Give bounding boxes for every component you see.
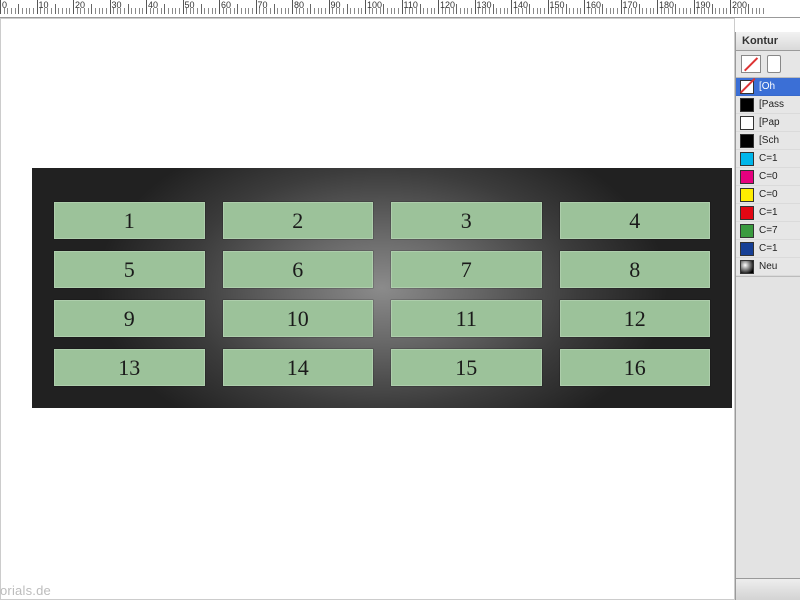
grid-cell[interactable]: 10 <box>223 300 374 337</box>
swatch-row[interactable]: [Pass <box>736 96 800 114</box>
swatch-label: Neu <box>759 261 777 272</box>
swatches-panel[interactable]: Kontur [Oh [Pass [Pap [Sch C=1 C=0 C=0 C=1 C=7 C=… <box>735 32 800 600</box>
swatch-color-icon <box>740 98 754 112</box>
panel-footer <box>736 578 800 600</box>
swatch-row[interactable]: Neu <box>736 258 800 276</box>
swatch-label: C=7 <box>759 225 778 236</box>
watermark-text: orials.de <box>0 583 51 598</box>
grid-cell[interactable]: 9 <box>54 300 205 337</box>
panel-tab-kontur[interactable]: Kontur <box>736 32 800 51</box>
grid-cell[interactable]: 3 <box>391 202 542 239</box>
grid-cell[interactable]: 12 <box>560 300 711 337</box>
swatch-label: [Pap <box>759 117 780 128</box>
grid-cell[interactable]: 13 <box>54 349 205 386</box>
swatch-label: [Sch <box>759 135 779 146</box>
swatch-color-icon <box>740 116 754 130</box>
swatch-color-icon <box>740 224 754 238</box>
panel-options-icon[interactable] <box>767 55 781 73</box>
swatch-label: C=0 <box>759 189 778 200</box>
grid-cell[interactable]: 4 <box>560 202 711 239</box>
swatch-color-icon <box>740 170 754 184</box>
grid-cell[interactable]: 1 <box>54 202 205 239</box>
grid-cell[interactable]: 8 <box>560 251 711 288</box>
swatch-row[interactable]: [Pap <box>736 114 800 132</box>
swatch-color-icon <box>740 260 754 274</box>
panel-empty-area <box>736 276 800 578</box>
swatch-label: C=1 <box>759 153 778 164</box>
swatch-label: [Pass <box>759 99 784 110</box>
stroke-fill-icon[interactable] <box>741 55 761 73</box>
grid-cell[interactable]: 2 <box>223 202 374 239</box>
swatch-row[interactable]: C=1 <box>736 240 800 258</box>
swatch-label: [Oh <box>759 81 775 92</box>
swatch-row[interactable]: C=7 <box>736 222 800 240</box>
grid-cell[interactable]: 5 <box>54 251 205 288</box>
grid-cell[interactable]: 14 <box>223 349 374 386</box>
swatch-row[interactable]: C=1 <box>736 204 800 222</box>
swatch-row[interactable]: C=0 <box>736 168 800 186</box>
grid-cell[interactable]: 6 <box>223 251 374 288</box>
swatch-row[interactable]: C=0 <box>736 186 800 204</box>
document-canvas[interactable]: 12345678910111213141516 <box>0 18 735 600</box>
grid-cell[interactable]: 16 <box>560 349 711 386</box>
swatch-row[interactable]: [Oh <box>736 78 800 96</box>
swatch-label: C=0 <box>759 171 778 182</box>
swatch-color-icon <box>740 80 754 94</box>
grid-cell[interactable]: 7 <box>391 251 542 288</box>
swatch-label: C=1 <box>759 207 778 218</box>
gradient-background-frame[interactable]: 12345678910111213141516 <box>32 168 732 408</box>
grid-cell[interactable]: 11 <box>391 300 542 337</box>
swatch-color-icon <box>740 152 754 166</box>
panel-toolbar <box>736 51 800 78</box>
grid-cell[interactable]: 15 <box>391 349 542 386</box>
swatch-color-icon <box>740 188 754 202</box>
horizontal-ruler: 0102030405060708090100110120130140150160… <box>0 0 800 18</box>
numbered-cell-grid: 12345678910111213141516 <box>32 168 732 408</box>
swatch-color-icon <box>740 242 754 256</box>
swatch-list: [Oh [Pass [Pap [Sch C=1 C=0 C=0 C=1 C=7 C=1 Neu <box>736 78 800 276</box>
swatch-row[interactable]: [Sch <box>736 132 800 150</box>
swatch-row[interactable]: C=1 <box>736 150 800 168</box>
swatch-color-icon <box>740 134 754 148</box>
swatch-color-icon <box>740 206 754 220</box>
swatch-label: C=1 <box>759 243 778 254</box>
